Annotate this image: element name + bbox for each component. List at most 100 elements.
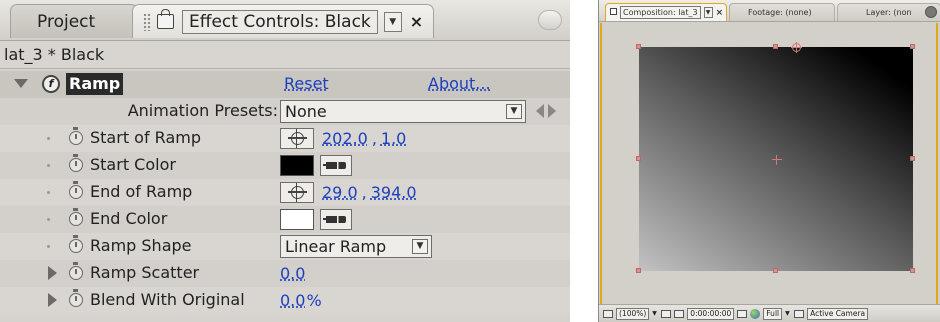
property-value: 0.0%: [280, 289, 322, 312]
stopwatch-icon[interactable]: [69, 154, 83, 172]
tab-footage-label: Footage: (none): [748, 8, 812, 17]
layer-handle[interactable]: [910, 156, 915, 161]
twirl-down-icon[interactable]: [14, 79, 28, 88]
crosshair-icon: [287, 129, 307, 148]
fx-toggle-icon[interactable]: f: [42, 75, 60, 93]
zoom-select[interactable]: (100%): [616, 307, 650, 320]
stopwatch-icon[interactable]: [69, 235, 83, 253]
tab-composition[interactable]: Composition: lat_3 ▼ ×: [605, 3, 727, 21]
monitor-icon[interactable]: [603, 309, 613, 318]
globe-icon[interactable]: [750, 308, 761, 319]
animation-presets-label: Animation Presets:: [127, 101, 278, 120]
color-swatch[interactable]: [280, 209, 314, 230]
timecode[interactable]: 0:00:00:00: [687, 307, 735, 320]
effect-controls-panel: Project Effect Controls: Black ▼ × lat_3…: [0, 0, 570, 322]
tab-scroll-icon[interactable]: [925, 6, 937, 18]
layer-handle[interactable]: [910, 44, 915, 49]
chevron-down-icon[interactable]: ▼: [383, 11, 402, 32]
tab-effect-controls[interactable]: Effect Controls: Black ▼ ×: [132, 4, 434, 38]
stopwatch-icon[interactable]: [69, 208, 83, 226]
viewer-footer: (100%) ▼ 0:00:00:00 Full ▼ Active Camera: [599, 304, 940, 322]
numeric-value[interactable]: 0.0: [280, 291, 305, 310]
layer-handle[interactable]: [910, 268, 915, 273]
chevron-down-icon[interactable]: ▼: [652, 310, 658, 317]
reset-link[interactable]: Reset: [284, 74, 329, 93]
eyedropper-icon: [323, 216, 346, 223]
panel-tab-bar: Project Effect Controls: Black ▼ ×: [0, 0, 570, 41]
x-value[interactable]: 29.0: [322, 183, 358, 202]
layer-handle[interactable]: [636, 268, 641, 273]
ramp-shape-value: Linear Ramp: [285, 237, 387, 256]
y-value[interactable]: 1.0: [381, 129, 406, 148]
x-value[interactable]: 202.0: [322, 129, 368, 148]
panel-menu-button[interactable]: [538, 10, 562, 30]
resolution-select[interactable]: Full: [763, 307, 783, 320]
animation-presets-select[interactable]: None ▼: [280, 100, 526, 123]
twirl-right-icon[interactable]: [48, 266, 57, 280]
previous-preset-icon[interactable]: [536, 104, 544, 118]
composition-tab-bar: Composition: lat_3 ▼ × Footage: (none) L…: [599, 0, 940, 22]
tab-composition-label: Composition: lat_3: [620, 6, 701, 19]
ramp-shape-select[interactable]: Linear Ramp ▼: [280, 235, 432, 258]
region-icon[interactable]: [674, 309, 685, 318]
numeric-value[interactable]: 0.0: [280, 264, 305, 283]
animation-presets-row: Animation Presets: None ▼: [0, 98, 570, 125]
grid-icon[interactable]: [661, 309, 672, 318]
point-picker-button[interactable]: [280, 128, 314, 149]
tab-project[interactable]: Project: [10, 4, 138, 38]
twirl-right-icon[interactable]: [48, 293, 57, 307]
layer-handle[interactable]: [773, 268, 778, 273]
effect-name[interactable]: Ramp: [66, 73, 124, 95]
animation-presets-value: None: [285, 102, 327, 121]
about-link[interactable]: About...: [428, 74, 491, 93]
stopwatch-icon[interactable]: [69, 262, 83, 280]
layer-handle[interactable]: [773, 44, 778, 49]
property-value: [280, 154, 352, 177]
ramp-start-point-icon[interactable]: [791, 42, 802, 53]
color-swatch[interactable]: [280, 155, 314, 176]
tab-effect-controls-title[interactable]: Effect Controls: Black: [182, 9, 378, 34]
bullet-icon: [47, 191, 50, 194]
composition-viewer[interactable]: [600, 23, 938, 304]
property-value: [280, 208, 352, 231]
tab-effect-controls-label: Effect Controls: Black: [189, 11, 371, 32]
property-label: Ramp Shape: [90, 236, 192, 255]
close-icon[interactable]: ×: [410, 12, 423, 31]
point-picker-button[interactable]: [280, 182, 314, 203]
stopwatch-icon[interactable]: [69, 289, 83, 307]
composition-panel: Composition: lat_3 ▼ × Footage: (none) L…: [598, 0, 940, 322]
property-row: Ramp Scatter 0.0: [0, 260, 570, 287]
y-value[interactable]: 394.0: [371, 183, 417, 202]
stopwatch-icon[interactable]: [69, 127, 83, 145]
chevron-down-icon[interactable]: ▼: [785, 310, 791, 317]
lock-icon[interactable]: [157, 9, 174, 29]
eyedropper-button[interactable]: [320, 155, 352, 176]
active-camera-select[interactable]: Active Camera: [807, 307, 869, 320]
chevron-down-icon[interactable]: ▼: [506, 104, 522, 119]
next-preset-icon[interactable]: [548, 104, 556, 118]
grip-icon[interactable]: [143, 12, 151, 31]
tab-project-label: Project: [37, 11, 96, 32]
gradient-canvas[interactable]: [636, 42, 915, 273]
eyedropper-icon: [323, 162, 346, 169]
property-value: Linear Ramp ▼: [280, 235, 432, 258]
stopwatch-icon[interactable]: [69, 181, 83, 199]
property-value: 202.0, 1.0: [280, 127, 406, 150]
tab-footage[interactable]: Footage: (none): [729, 3, 835, 21]
lock-icon[interactable]: [610, 8, 617, 15]
close-icon[interactable]: ×: [716, 8, 724, 18]
camera-snapshot-icon[interactable]: [737, 309, 748, 318]
anchor-icon[interactable]: [772, 155, 782, 165]
property-label: Start of Ramp: [90, 128, 201, 147]
tab-layer[interactable]: Layer: (non: [837, 3, 940, 21]
layer-handle[interactable]: [636, 44, 641, 49]
property-value: 0.0: [280, 262, 305, 285]
chevron-down-icon[interactable]: ▼: [703, 7, 713, 18]
transparency-grid-icon[interactable]: [794, 309, 805, 318]
chevron-down-icon[interactable]: ▼: [412, 239, 428, 254]
bullet-icon: [47, 137, 50, 140]
eyedropper-button[interactable]: [320, 209, 352, 230]
comma-separator: ,: [361, 183, 367, 202]
property-label: End of Ramp: [90, 182, 193, 201]
layer-handle[interactable]: [636, 156, 641, 161]
